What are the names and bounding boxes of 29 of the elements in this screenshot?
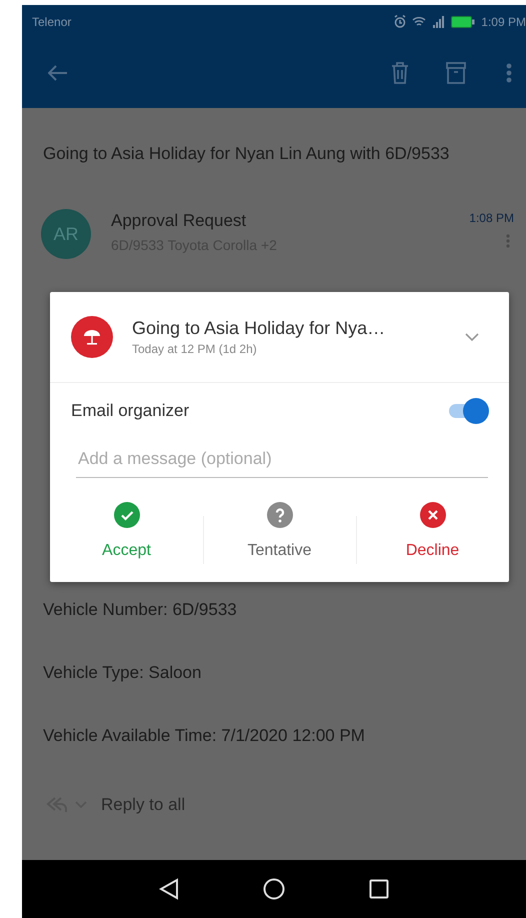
- chevron-down-icon[interactable]: [465, 332, 479, 342]
- question-icon: [266, 502, 292, 528]
- wifi-icon: [412, 16, 426, 28]
- cross-circle-icon: [420, 502, 446, 528]
- status-time: 1:09 PM: [481, 14, 526, 28]
- reply-all-link[interactable]: Reply to all: [101, 795, 186, 815]
- event-time: Today at 12 PM (1d 2h): [132, 342, 258, 356]
- decline-button[interactable]: Decline: [356, 494, 509, 570]
- event-title: Going to Asia Holiday for Nya…: [132, 318, 386, 339]
- sender-name: Approval Request: [111, 211, 248, 231]
- signal-icon: [432, 16, 446, 28]
- check-circle-icon: [114, 502, 140, 528]
- alarm-icon: [394, 15, 406, 28]
- delete-icon[interactable]: [391, 62, 409, 84]
- back-arrow-icon[interactable]: [48, 65, 68, 81]
- recents-icon[interactable]: [369, 879, 389, 899]
- body-text: Vehicle Available Time: 7/1/2020 12:00 PM: [42, 725, 366, 747]
- back-icon[interactable]: [159, 878, 179, 900]
- body-text: Vehicle Number: 6D/9533: [42, 599, 238, 621]
- umbrella-icon: [71, 316, 113, 358]
- home-icon[interactable]: [263, 878, 285, 900]
- email-organizer-label: Email organizer: [71, 401, 190, 421]
- archive-icon[interactable]: [446, 62, 466, 84]
- more-options-icon[interactable]: [506, 63, 512, 83]
- carrier-name: Telenor: [32, 14, 72, 28]
- received-time: 1:08 PM: [469, 211, 514, 225]
- battery-icon: [451, 16, 476, 28]
- email-subject: Going to Asia Holiday for Nyan Lin Aung with 6D/9533: [42, 143, 450, 165]
- body-text: Vehicle Type: Saloon: [42, 662, 202, 684]
